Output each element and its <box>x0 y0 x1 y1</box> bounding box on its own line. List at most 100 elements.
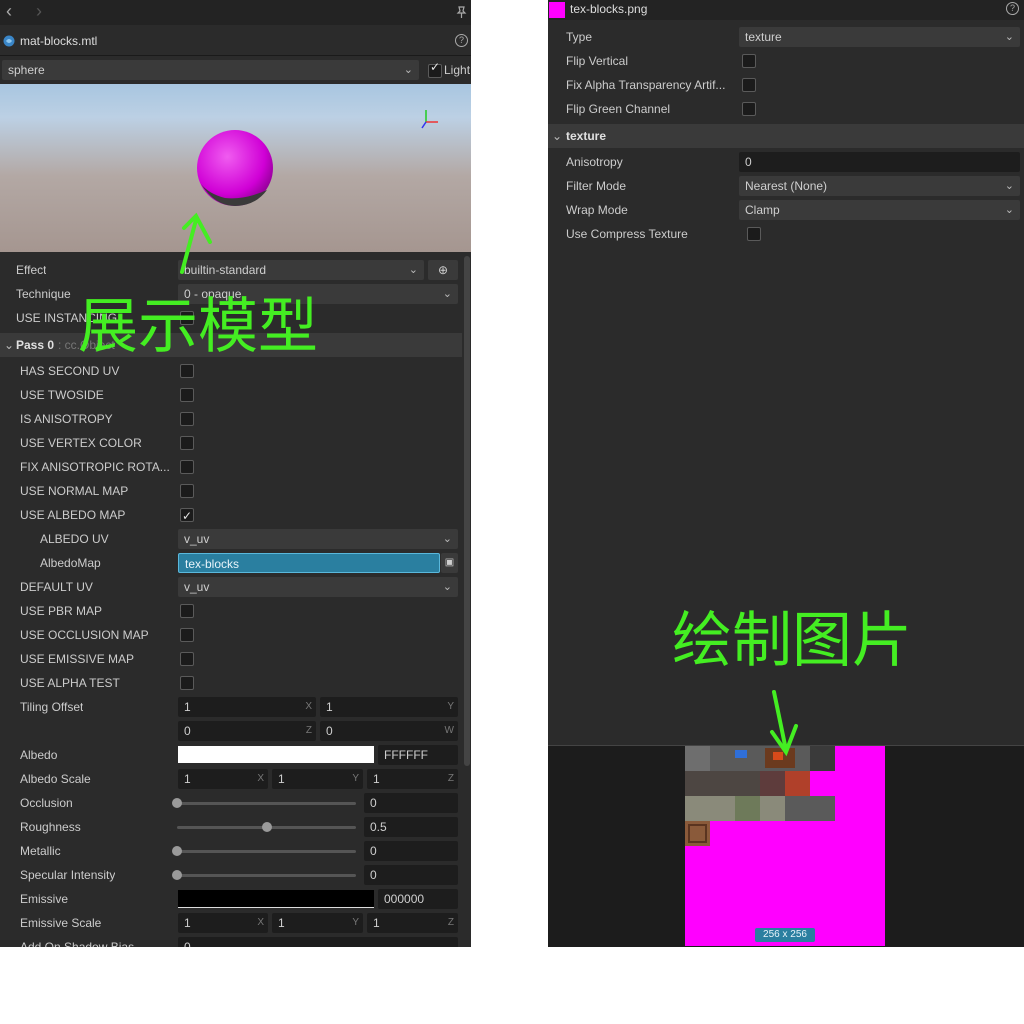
albedo-scale-y-input[interactable]: 1Y <box>272 769 363 789</box>
flag-checkbox[interactable] <box>180 676 194 690</box>
forward-button[interactable]: › <box>36 1 42 22</box>
light-checkbox[interactable] <box>428 60 442 78</box>
asset-title: mat-blocks.mtl <box>20 34 98 48</box>
slider-track[interactable] <box>177 874 356 877</box>
flip-vertical-row: Flip Vertical <box>548 49 1024 73</box>
emissive-scale-z-input[interactable]: 1Z <box>367 913 458 933</box>
axis-z-label: Z <box>305 725 312 736</box>
albedo-scale-z-input[interactable]: 1Z <box>367 769 458 789</box>
slider-value: 0 <box>370 868 377 882</box>
slider-value-input[interactable]: 0 <box>364 793 458 813</box>
filter-mode-select[interactable]: Nearest (None) ⌄ <box>739 176 1020 196</box>
slider-value-input[interactable]: 0.5 <box>364 817 458 837</box>
pin-icon[interactable] <box>455 6 468 19</box>
anisotropy-input[interactable]: 0 <box>739 152 1020 172</box>
slider-handle[interactable] <box>172 798 182 808</box>
preview-model-select[interactable]: sphere ⌄ <box>2 60 419 80</box>
slider-label: Metallic <box>20 844 61 858</box>
offset-z-value: 0 <box>184 724 191 738</box>
offset-w-input[interactable]: 0W <box>320 721 458 741</box>
flag-checkbox[interactable] <box>180 412 194 426</box>
flag-checkbox[interactable] <box>180 504 194 528</box>
shadow-bias-value: 0 <box>184 940 191 947</box>
slider-handle[interactable] <box>172 870 182 880</box>
fix-alpha-label: Fix Alpha Transparency Artif... <box>566 78 726 92</box>
slider-track[interactable] <box>177 802 356 805</box>
axis-z-label: Z <box>447 773 454 784</box>
albedo-color-row: Albedo FFFFFF <box>0 743 460 767</box>
scrollbar[interactable] <box>464 256 470 766</box>
flip-vertical-label: Flip Vertical <box>566 54 629 68</box>
emissive-scale-x-value: 1 <box>184 916 191 930</box>
slider-track[interactable] <box>177 850 356 853</box>
type-select[interactable]: texture ⌄ <box>739 27 1020 47</box>
tiling-offset-row: Tiling Offset 1X 1Y <box>0 695 460 719</box>
tiling-y-input[interactable]: 1Y <box>320 697 458 717</box>
default-uv-label: DEFAULT UV <box>20 580 93 594</box>
slider-label: Specular Intensity <box>20 868 116 882</box>
axis-w-label: W <box>444 725 454 736</box>
texture-thumbnail-icon <box>549 2 565 18</box>
axis-x-label: X <box>305 701 312 712</box>
flag-checkbox[interactable] <box>180 388 194 402</box>
slider-value-input[interactable]: 0 <box>364 865 458 885</box>
back-button[interactable]: ‹ <box>6 1 12 22</box>
slider-value-input[interactable]: 0 <box>364 841 458 861</box>
flag-row: USE ALBEDO MAP <box>0 503 460 528</box>
default-uv-select[interactable]: v_uv ⌄ <box>178 577 458 597</box>
flag-row: IS ANISOTROPY <box>0 407 460 431</box>
albedo-color-swatch[interactable] <box>178 746 374 763</box>
emissive-scale-y-input[interactable]: 1Y <box>272 913 363 933</box>
emissive-scale-x-input[interactable]: 1X <box>178 913 268 933</box>
help-icon[interactable]: ? <box>1006 2 1019 15</box>
flag-checkbox[interactable] <box>180 652 194 666</box>
flag-checkbox[interactable] <box>180 460 194 474</box>
shadow-bias-input[interactable]: 0 <box>178 937 458 947</box>
albedo-hex-input[interactable]: FFFFFF <box>378 745 458 765</box>
albedo-scale-x-input[interactable]: 1X <box>178 769 268 789</box>
asset-picker-button[interactable]: ▣ <box>441 553 458 573</box>
flag-checkbox[interactable] <box>180 628 194 642</box>
albedo-map-asset-field[interactable]: tex-blocks <box>178 553 440 573</box>
chevron-down-icon: ⌄ <box>403 64 413 76</box>
chevron-down-icon: ⌄ <box>408 264 418 276</box>
albedo-uv-row: ALBEDO UV v_uv ⌄ <box>0 527 460 551</box>
flag-checkbox[interactable] <box>180 364 194 378</box>
offset-z-input[interactable]: 0Z <box>178 721 316 741</box>
flag-checkbox[interactable] <box>180 436 194 450</box>
fix-alpha-checkbox[interactable] <box>742 78 756 92</box>
flag-row: USE TWOSIDE <box>0 383 460 407</box>
flag-label: HAS SECOND UV <box>20 364 120 378</box>
flip-green-row: Flip Green Channel <box>548 97 1024 121</box>
albedo-uv-select[interactable]: v_uv ⌄ <box>178 529 458 549</box>
model-preview-viewport[interactable] <box>0 84 471 252</box>
slider-value: 0.5 <box>370 820 387 834</box>
flag-label: USE OCCLUSION MAP <box>20 628 149 642</box>
flip-vertical-checkbox[interactable] <box>742 54 756 68</box>
use-compress-checkbox[interactable] <box>747 227 761 241</box>
albedo-map-label: AlbedoMap <box>40 556 101 570</box>
tiling-x-input[interactable]: 1X <box>178 697 316 717</box>
technique-label: Technique <box>16 287 71 301</box>
axis-y-label: Y <box>352 917 359 928</box>
wrap-mode-row: Wrap Mode Clamp ⌄ <box>548 198 1024 222</box>
flip-green-checkbox[interactable] <box>742 102 756 116</box>
flag-checkbox[interactable] <box>180 484 194 498</box>
axis-z-label: Z <box>447 917 454 928</box>
texture-preview-image <box>685 746 885 946</box>
emissive-color-swatch[interactable] <box>178 890 374 908</box>
locate-effect-button[interactable]: ⊕ <box>428 260 458 280</box>
texture-section-header[interactable]: ⌄ texture <box>548 124 1024 148</box>
emissive-scale-y-value: 1 <box>278 916 285 930</box>
effect-label: Effect <box>16 263 47 277</box>
slider-handle[interactable] <box>261 822 272 832</box>
shadow-bias-label: Add On Shadow Bias <box>20 940 135 947</box>
help-icon[interactable]: ? <box>455 34 468 47</box>
emissive-hex-input[interactable]: 000000 <box>378 889 458 909</box>
wrap-mode-select[interactable]: Clamp ⌄ <box>739 200 1020 220</box>
slider-handle[interactable] <box>172 846 182 856</box>
flag-checkbox[interactable] <box>180 604 194 618</box>
flag-row: USE VERTEX COLOR <box>0 431 460 455</box>
annotation-display-model: 展示模型 <box>78 292 318 362</box>
anisotropy-value: 0 <box>745 155 752 169</box>
